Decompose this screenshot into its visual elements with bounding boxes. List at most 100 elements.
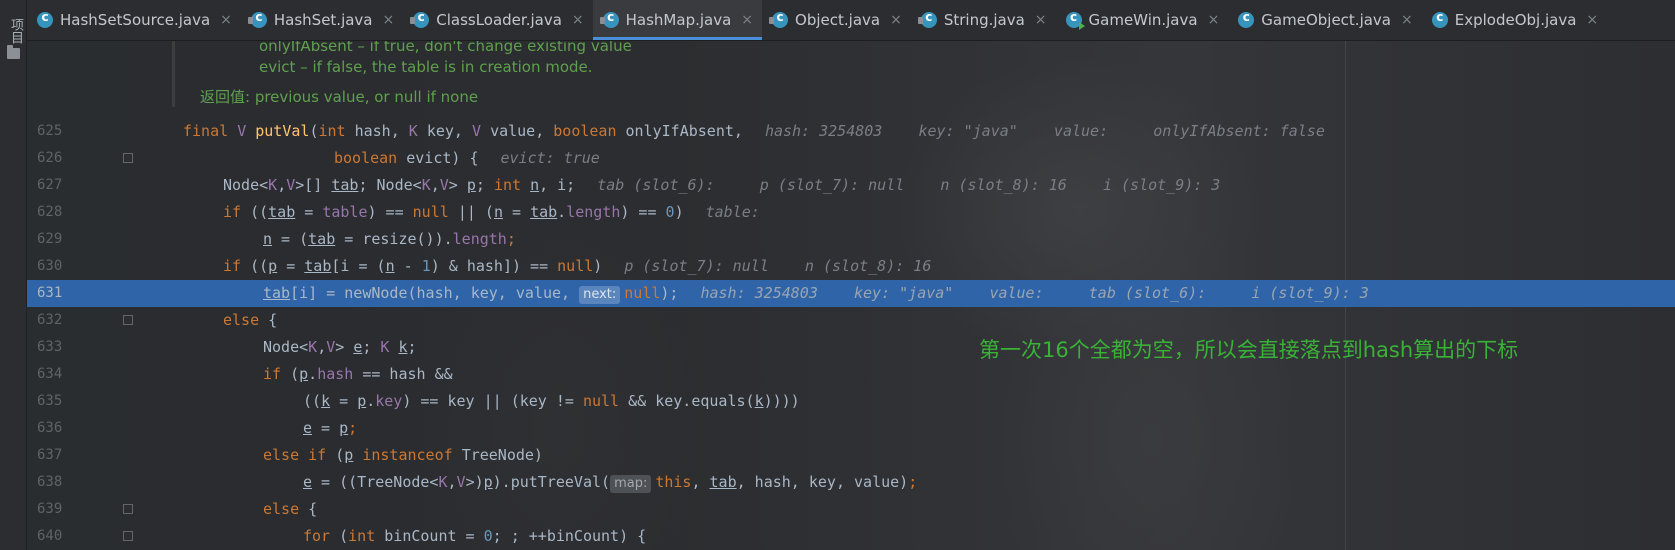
javadoc-returns: 返回值: previous value, or null if none xyxy=(200,86,478,107)
fold-marker-icon[interactable] xyxy=(123,153,133,163)
javadoc-returns-label: 返回值: xyxy=(200,88,255,106)
editor-tab-bar: HashSetSource.java × HashSet.java × ClassL… xyxy=(27,0,1675,41)
line-number[interactable]: 638 xyxy=(37,474,97,490)
code-line[interactable]: 632 else { xyxy=(27,307,1675,334)
tab-gameobject[interactable]: GameObject.java × xyxy=(1228,0,1421,40)
code-line[interactable]: 629 n = (tab = resize()).length; xyxy=(27,226,1675,253)
tab-label: HashSetSource.java xyxy=(60,11,211,29)
code-text[interactable]: boolean evict) {evict: true xyxy=(334,149,600,167)
code-text[interactable]: else if (p instanceof TreeNode) xyxy=(263,446,543,464)
code-text[interactable]: if ((tab = table) == null || (n = tab.le… xyxy=(223,203,760,221)
line-number[interactable]: 625 xyxy=(37,123,97,139)
code-text[interactable]: final V putVal(int hash, K key, V value,… xyxy=(183,122,1325,140)
project-tool-strip[interactable]: 项目 xyxy=(0,0,27,550)
annotation-text: 第一次16个全都为空，所以会直接落点到hash算出的下标 xyxy=(979,338,1519,362)
line-number[interactable]: 637 xyxy=(37,447,97,463)
code-text[interactable]: Node<K,V> e; K k; xyxy=(263,338,417,356)
tab-label: String.java xyxy=(943,11,1025,29)
code-text[interactable]: ((k = p.key) == key || (key != null && k… xyxy=(303,392,800,410)
current-execution-line[interactable]: 631 tab[i] = newNode(hash, key, value, n… xyxy=(27,280,1675,307)
code-text[interactable]: if ((p = tab[i = (n - 1) & hash]) == nul… xyxy=(223,257,931,275)
javadoc-returns-text: previous value, or null if none xyxy=(254,88,479,106)
line-number[interactable]: 630 xyxy=(37,258,97,274)
code-text[interactable]: else { xyxy=(263,500,317,518)
debug-inline-values: hash: 3254803 key: "java" value: tab (sl… xyxy=(700,284,1369,302)
tab-label: ClassLoader.java xyxy=(436,11,562,29)
tab-hashmap[interactable]: HashMap.java × xyxy=(592,0,763,40)
code-line[interactable]: 640 for (int binCount = 0; ; ++binCount)… xyxy=(27,523,1675,550)
debug-inline-values: hash: 3254803 key: "java" value: onlyIfA… xyxy=(764,122,1325,140)
class-icon xyxy=(1431,10,1448,28)
code-text[interactable]: e = p; xyxy=(303,419,357,437)
close-icon[interactable]: × xyxy=(383,12,395,28)
close-icon[interactable]: × xyxy=(1035,12,1047,28)
class-locked-icon xyxy=(769,10,789,28)
close-icon[interactable]: × xyxy=(572,12,584,28)
line-number[interactable]: 635 xyxy=(37,393,97,409)
code-text[interactable]: n = (tab = resize()).length; xyxy=(263,230,516,248)
code-line[interactable]: 626 boolean evict) {evict: true xyxy=(27,145,1675,172)
debug-inline-values: table: xyxy=(705,203,760,221)
folder-icon[interactable] xyxy=(7,45,20,59)
code-text[interactable]: if (p.hash == hash && xyxy=(263,365,453,383)
tab-gamewin[interactable]: GameWin.java × xyxy=(1056,0,1229,40)
line-number[interactable]: 627 xyxy=(37,177,97,193)
javadoc-bar xyxy=(172,41,175,107)
code-line[interactable]: 627 Node<K,V>[] tab; Node<K,V> p; int n,… xyxy=(27,172,1675,199)
tab-hashsetsource[interactable]: HashSetSource.java × xyxy=(27,0,241,40)
code-line[interactable]: 639 else { xyxy=(27,496,1675,523)
code-line[interactable]: 636 e = p; xyxy=(27,415,1675,442)
code-line[interactable]: 638 e = ((TreeNode<K,V>)p).putTreeVal(ma… xyxy=(27,469,1675,496)
class-icon xyxy=(1238,10,1255,28)
line-number[interactable]: 632 xyxy=(37,312,97,328)
line-number[interactable]: 640 xyxy=(37,528,97,544)
fold-marker-icon[interactable] xyxy=(123,504,133,514)
code-line[interactable]: 630 if ((p = tab[i = (n - 1) & hash]) ==… xyxy=(27,253,1675,280)
project-tool-label[interactable]: 项目 xyxy=(6,18,25,44)
line-number[interactable]: 626 xyxy=(37,150,97,166)
tab-explodeobj[interactable]: ExplodeObj.java × xyxy=(1422,0,1607,40)
tab-string[interactable]: String.java × xyxy=(911,0,1056,40)
tab-classloader[interactable]: ClassLoader.java × xyxy=(403,0,592,40)
class-runnable-icon xyxy=(1065,10,1085,30)
code-line[interactable]: 625 final V putVal(int hash, K key, V va… xyxy=(27,118,1675,145)
close-icon[interactable]: × xyxy=(220,12,232,28)
code-line[interactable]: 637 else if (p instanceof TreeNode) xyxy=(27,442,1675,469)
javadoc-param-evict: evict – if false, the table is in creati… xyxy=(259,58,593,76)
line-number[interactable]: 633 xyxy=(37,339,97,355)
debug-inline-values: tab (slot_6): p (slot_7): null n (slot_8… xyxy=(597,176,1221,194)
code-text[interactable]: tab[i] = newNode(hash, key, value, next:… xyxy=(263,284,1369,304)
class-locked-icon xyxy=(247,10,267,28)
fold-marker-icon[interactable] xyxy=(123,315,133,325)
tab-label: Object.java xyxy=(795,11,881,29)
class-locked-icon xyxy=(599,10,619,28)
close-icon[interactable]: × xyxy=(1401,12,1413,28)
fold-marker-icon[interactable] xyxy=(123,531,133,541)
code-text[interactable]: for (int binCount = 0; ; ++binCount) { xyxy=(303,527,646,545)
debug-inline-values: p (slot_7): null n (slot_8): 16 xyxy=(624,257,932,275)
line-number[interactable]: 636 xyxy=(37,420,97,436)
line-number[interactable]: 634 xyxy=(37,366,97,382)
line-number[interactable]: 639 xyxy=(37,501,97,517)
tab-label: GameWin.java xyxy=(1088,11,1198,29)
tab-label: HashSet.java xyxy=(273,11,373,29)
code-text[interactable]: else { xyxy=(223,311,277,329)
line-number[interactable]: 628 xyxy=(37,204,97,220)
close-icon[interactable]: × xyxy=(1208,12,1220,28)
code-text[interactable]: e = ((TreeNode<K,V>)p).putTreeVal(map: th… xyxy=(303,473,917,493)
close-icon[interactable]: × xyxy=(741,12,753,28)
parameter-hint: map: xyxy=(610,475,652,493)
line-number[interactable]: 631 xyxy=(37,285,97,301)
tab-object[interactable]: Object.java × xyxy=(762,0,911,40)
tab-label: GameObject.java xyxy=(1261,11,1392,29)
code-line[interactable]: 634 if (p.hash == hash && xyxy=(27,361,1675,388)
close-icon[interactable]: × xyxy=(1586,12,1598,28)
code-line[interactable]: 635 ((k = p.key) == key || (key != null … xyxy=(27,388,1675,415)
line-number[interactable]: 629 xyxy=(37,231,97,247)
class-icon xyxy=(37,10,53,28)
close-icon[interactable]: × xyxy=(890,12,902,28)
code-line[interactable]: 628 if ((tab = table) == null || (n = ta… xyxy=(27,199,1675,226)
code-text[interactable]: Node<K,V>[] tab; Node<K,V> p; int n, i; t… xyxy=(223,176,1220,194)
tab-hashset[interactable]: HashSet.java × xyxy=(241,0,403,40)
tab-label: HashMap.java xyxy=(625,11,732,29)
